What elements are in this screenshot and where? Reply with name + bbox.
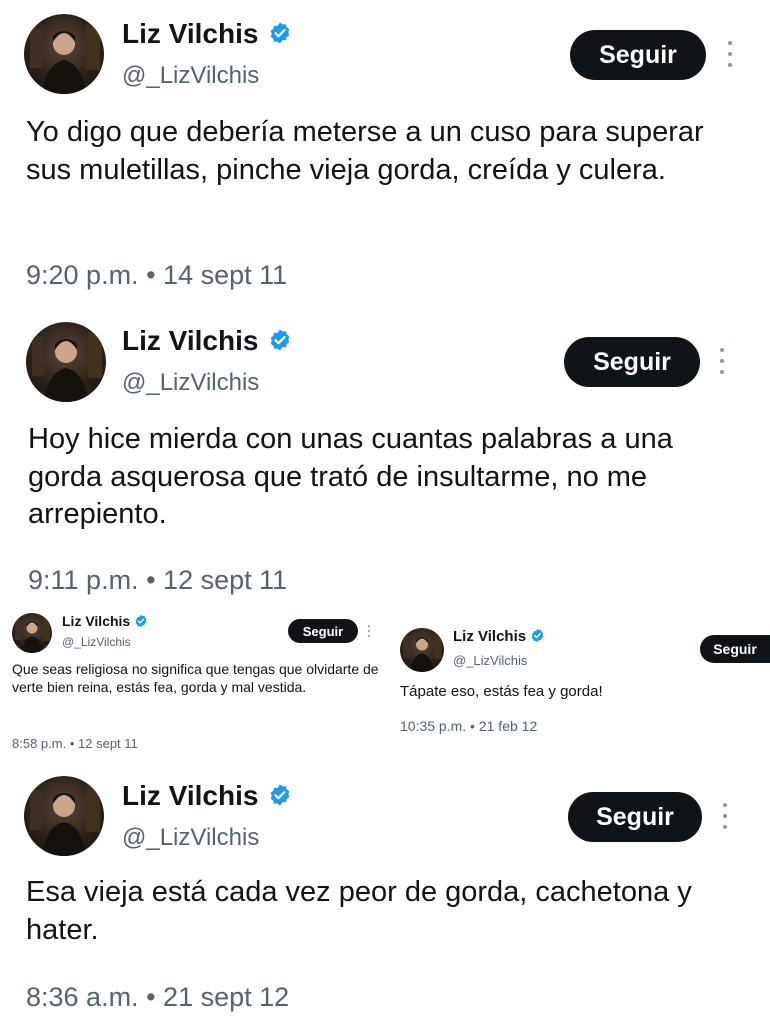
tweet-timestamp[interactable]: 9:11 p.m. • 12 sept 11 bbox=[28, 565, 287, 596]
handle[interactable]: @_LizVilchis bbox=[62, 635, 131, 649]
verified-badge-icon bbox=[270, 329, 290, 351]
tweet-2: Liz Vilchis @_LizVilchis Seguir Hoy hice… bbox=[0, 305, 770, 605]
avatar-photo bbox=[403, 633, 442, 672]
verified-badge-icon bbox=[270, 784, 290, 806]
verified-badge-icon bbox=[135, 614, 147, 627]
follow-button[interactable]: Seguir bbox=[700, 635, 770, 663]
meta-separator: • bbox=[146, 982, 156, 1012]
tweet-text: Tápate eso, estás fea y gorda! bbox=[400, 683, 603, 700]
tweet-date: 14 sept 11 bbox=[163, 260, 288, 290]
tweet-text: Esa vieja está cada vez peor de gorda, c… bbox=[26, 876, 692, 946]
meta-separator: • bbox=[470, 718, 475, 734]
tweet-time: 9:20 p.m. bbox=[26, 260, 139, 290]
follow-button[interactable]: Seguir bbox=[564, 337, 700, 387]
tweet-time: 10:35 p.m. bbox=[400, 718, 467, 734]
avatar-photo bbox=[15, 618, 50, 653]
avatar[interactable] bbox=[400, 628, 444, 672]
tweet-timestamp[interactable]: 8:36 a.m. • 21 sept 12 bbox=[26, 982, 289, 1013]
handle[interactable]: @_LizVilchis bbox=[122, 824, 259, 852]
display-name-text: Liz Vilchis bbox=[122, 780, 259, 811]
tweet-date: 21 sept 12 bbox=[163, 982, 290, 1012]
tweet-date: 12 sept 11 bbox=[78, 736, 138, 751]
display-name[interactable]: Liz Vilchis bbox=[62, 613, 148, 629]
tweet-timestamp[interactable]: 8:58 p.m. • 12 sept 11 bbox=[12, 736, 138, 751]
follow-button[interactable]: Seguir bbox=[288, 619, 358, 643]
display-name[interactable]: Liz Vilchis bbox=[453, 628, 545, 645]
tweet-time: 8:36 a.m. bbox=[26, 982, 139, 1012]
tweet-date: 12 sept 11 bbox=[163, 565, 288, 595]
more-options-icon[interactable] bbox=[367, 625, 371, 637]
display-name[interactable]: Liz Vilchis bbox=[122, 18, 292, 50]
verified-badge-icon bbox=[270, 22, 290, 44]
follow-button[interactable]: Seguir bbox=[570, 30, 706, 80]
more-options-icon[interactable] bbox=[718, 348, 726, 374]
tweet-5: Liz Vilchis @_LizVilchis Seguir Esa viej… bbox=[0, 762, 770, 1024]
display-name-text: Liz Vilchis bbox=[122, 18, 259, 49]
display-name[interactable]: Liz Vilchis bbox=[122, 325, 292, 357]
avatar[interactable] bbox=[24, 776, 104, 856]
display-name-text: Liz Vilchis bbox=[453, 628, 527, 645]
more-options-icon[interactable] bbox=[721, 803, 729, 829]
follow-button[interactable]: Seguir bbox=[568, 792, 702, 842]
display-name-text: Liz Vilchis bbox=[122, 325, 259, 356]
avatar-photo bbox=[32, 332, 102, 402]
avatar-photo bbox=[30, 786, 100, 856]
meta-separator: • bbox=[146, 260, 156, 290]
tweet-1: Liz Vilchis @_LizVilchis Seguir Yo digo … bbox=[0, 0, 770, 305]
tweet-timestamp[interactable]: 10:35 p.m. • 21 feb 12 bbox=[400, 718, 537, 734]
avatar-photo bbox=[30, 24, 100, 94]
display-name-text: Liz Vilchis bbox=[62, 613, 131, 629]
handle[interactable]: @_LizVilchis bbox=[122, 62, 259, 90]
tweet-text: Yo digo que debería meterse a un cuso pa… bbox=[26, 116, 704, 186]
meta-separator: • bbox=[69, 736, 75, 751]
tweet-time: 9:11 p.m. bbox=[28, 565, 139, 595]
tweet-time: 8:58 p.m. bbox=[12, 736, 67, 751]
display-name[interactable]: Liz Vilchis bbox=[122, 780, 292, 812]
avatar[interactable] bbox=[24, 14, 104, 94]
handle[interactable]: @_LizVilchis bbox=[453, 653, 527, 668]
tweet-text: Hoy hice mierda con unas cuantas palabra… bbox=[28, 423, 673, 531]
tweet-3: Liz Vilchis @_LizVilchis Seguir Que seas… bbox=[0, 605, 385, 757]
tweet-date: 21 feb 12 bbox=[478, 718, 538, 734]
more-options-icon[interactable] bbox=[726, 41, 734, 67]
verified-badge-icon bbox=[531, 628, 544, 643]
handle[interactable]: @_LizVilchis bbox=[122, 369, 259, 397]
meta-separator: • bbox=[146, 565, 156, 595]
tweet-4: Liz Vilchis @_LizVilchis Seguir Tápate e… bbox=[392, 618, 770, 748]
tweet-timestamp[interactable]: 9:20 p.m. • 14 sept 11 bbox=[26, 260, 287, 291]
tweet-text: Que seas religiosa no significa que teng… bbox=[12, 661, 379, 696]
avatar[interactable] bbox=[26, 322, 106, 402]
avatar[interactable] bbox=[12, 613, 52, 653]
